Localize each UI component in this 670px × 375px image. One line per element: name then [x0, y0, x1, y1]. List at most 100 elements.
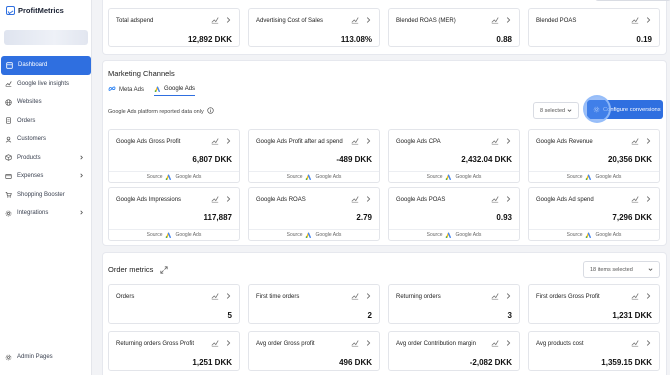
- metric-tools: [351, 292, 372, 300]
- overview-metric-card[interactable]: Blended POAS 0.19: [528, 8, 660, 47]
- metric-tools: [351, 339, 372, 347]
- chevron-right-icon[interactable]: [504, 339, 512, 347]
- trend-chart-icon[interactable]: [631, 292, 639, 300]
- trend-chart-icon[interactable]: [631, 137, 639, 145]
- trend-chart-icon[interactable]: [631, 16, 639, 24]
- marketing-metric-card[interactable]: Google Ads CPA 2,432.04 DKK Source Google A…: [388, 129, 520, 183]
- metric-value: 0.19: [636, 35, 652, 44]
- profitmetrics-logo-icon: [6, 5, 15, 15]
- metric-tools: [211, 137, 232, 145]
- trend-chart-icon[interactable]: [631, 339, 639, 347]
- chevron-right-icon[interactable]: [364, 339, 372, 347]
- chevron-right-icon[interactable]: [224, 292, 232, 300]
- trend-chart-icon[interactable]: [351, 137, 359, 145]
- trend-chart-icon[interactable]: [491, 137, 499, 145]
- overview-action-button[interactable]: [595, 0, 670, 1]
- sidebar-item-expenses[interactable]: Expenses: [0, 167, 92, 186]
- marketing-metric-card[interactable]: Google Ads Impressions 117,887 Source Googl…: [108, 187, 240, 241]
- chevron-right-icon[interactable]: [504, 195, 512, 203]
- metric-source: Source Google Ads: [249, 229, 379, 240]
- chevron-right-icon[interactable]: [644, 195, 652, 203]
- trend-chart-icon[interactable]: [211, 195, 219, 203]
- trend-chart-icon[interactable]: [211, 137, 219, 145]
- tab-meta-ads[interactable]: Meta Ads: [108, 86, 144, 96]
- sidebar-item-integrations[interactable]: Integrations: [0, 204, 92, 223]
- sidebar-item-admin-pages[interactable]: Admin Pages: [0, 350, 92, 364]
- trend-chart-icon[interactable]: [631, 195, 639, 203]
- order-metric-card[interactable]: First orders Gross Profit 1,231 DKK: [528, 284, 660, 324]
- trend-chart-icon[interactable]: [491, 292, 499, 300]
- sidebar-item-google-live-insights[interactable]: Google live insights: [0, 75, 92, 94]
- settings-icon: [5, 354, 12, 361]
- trend-chart-icon[interactable]: [351, 339, 359, 347]
- sidebar-item-label: Expenses: [17, 173, 44, 180]
- metric-tools: [631, 137, 652, 145]
- app-logo[interactable]: ProfitMetrics: [6, 4, 64, 16]
- chevron-right-icon[interactable]: [224, 195, 232, 203]
- chevron-right-icon[interactable]: [644, 16, 652, 24]
- source-name: Google Ads: [315, 232, 342, 238]
- trend-chart-icon[interactable]: [351, 16, 359, 24]
- order-metric-card[interactable]: Avg products cost 1,359.15 DKK: [528, 331, 660, 371]
- chevron-right-icon[interactable]: [644, 137, 652, 145]
- marketing-metric-card[interactable]: Google Ads Revenue 20,356 DKK Source Google…: [528, 129, 660, 183]
- overview-metric-card[interactable]: Total adspend 12,892 DKK: [108, 8, 240, 47]
- trend-chart-icon[interactable]: [491, 195, 499, 203]
- chevron-right-icon[interactable]: [504, 292, 512, 300]
- order-metric-card[interactable]: Avg order Contribution margin -2,082 DKK: [388, 331, 520, 371]
- metric-value: 6,807 DKK: [192, 155, 232, 164]
- chevron-right-icon[interactable]: [364, 137, 372, 145]
- trend-chart-icon[interactable]: [211, 16, 219, 24]
- overview-metric-card[interactable]: Advertising Cost of Sales 113.08%: [248, 8, 380, 47]
- marketing-metric-card[interactable]: Google Ads Ad spend 7,296 DKK Source Google…: [528, 187, 660, 241]
- chevron-right-icon[interactable]: [644, 292, 652, 300]
- chevron-right-icon[interactable]: [364, 16, 372, 24]
- metric-value: 1,359.15 DKK: [601, 358, 652, 367]
- overview-metric-card[interactable]: Blended ROAS (MER) 0.88: [388, 8, 520, 47]
- trend-chart-icon[interactable]: [211, 292, 219, 300]
- chevron-right-icon[interactable]: [224, 339, 232, 347]
- metric-tools: [351, 16, 372, 24]
- order-metric-card[interactable]: Returning orders 3: [388, 284, 520, 324]
- chevron-right-icon[interactable]: [224, 137, 232, 145]
- marketing-metric-card[interactable]: Google Ads Gross Profit 6,807 DKK Source Go…: [108, 129, 240, 183]
- chevron-right-icon[interactable]: [364, 195, 372, 203]
- order-metric-card[interactable]: First time orders 2: [248, 284, 380, 324]
- sidebar-item-dashboard[interactable]: Dashboard: [1, 56, 91, 75]
- trend-chart-icon[interactable]: [491, 16, 499, 24]
- order-metric-card[interactable]: Orders 5: [108, 284, 240, 324]
- tab-google-ads[interactable]: Google Ads: [154, 86, 196, 96]
- google-ads-logo-icon: [305, 174, 312, 180]
- chevron-right-icon[interactable]: [504, 16, 512, 24]
- marketing-metric-card[interactable]: Google Ads Profit after ad spend -489 DKK…: [248, 129, 380, 183]
- marketing-metric-card[interactable]: Google Ads ROAS 2.79 Source Google Ads: [248, 187, 380, 241]
- trend-chart-icon[interactable]: [211, 339, 219, 347]
- sidebar-item-customers[interactable]: Customers: [0, 130, 92, 149]
- chevron-right-icon[interactable]: [364, 292, 372, 300]
- trend-chart-icon[interactable]: [491, 339, 499, 347]
- expand-icon[interactable]: [160, 266, 168, 274]
- marketing-metric-card[interactable]: Google Ads POAS 0.93 Source Google Ads: [388, 187, 520, 241]
- metric-title: Google Ads POAS: [396, 197, 446, 203]
- order-metrics-select-dropdown[interactable]: 18 items selected: [583, 261, 660, 278]
- trend-chart-icon[interactable]: [351, 195, 359, 203]
- sidebar-item-websites[interactable]: Websites: [0, 93, 92, 112]
- metric-value: 2: [367, 311, 372, 320]
- trend-chart-icon[interactable]: [351, 292, 359, 300]
- chevron-right-icon[interactable]: [224, 16, 232, 24]
- cart-icon: [5, 191, 12, 198]
- metrics-select-dropdown[interactable]: 8 selected: [533, 102, 579, 119]
- chevron-right-icon[interactable]: [504, 137, 512, 145]
- metric-title: Avg order Gross profit: [256, 341, 315, 347]
- order-metric-card[interactable]: Returning orders Gross Profit 1,251 DKK: [108, 331, 240, 371]
- sidebar-item-orders[interactable]: Orders: [0, 112, 92, 131]
- chevron-right-icon[interactable]: [644, 339, 652, 347]
- info-icon[interactable]: [207, 107, 214, 116]
- metric-tools: [211, 292, 232, 300]
- order-metric-card[interactable]: Avg order Gross profit 496 DKK: [248, 331, 380, 371]
- account-switcher[interactable]: [4, 30, 88, 45]
- metric-tools: [351, 195, 372, 203]
- google-ads-logo-icon: [445, 232, 452, 238]
- sidebar-item-products[interactable]: Products: [0, 149, 92, 168]
- sidebar-item-shopping-booster[interactable]: Shopping Booster: [0, 186, 92, 205]
